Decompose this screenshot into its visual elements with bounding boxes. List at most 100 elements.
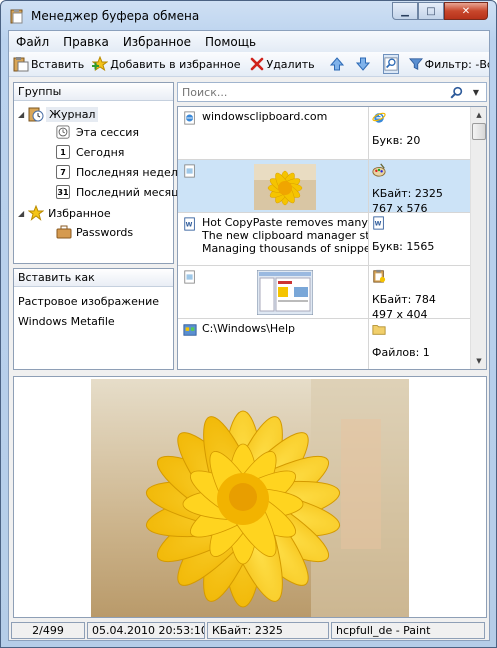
left-panel: Группы ◢ Журнал Эта сессия 1 Сегодня 7 П… bbox=[13, 82, 184, 370]
scroll-thumb[interactable] bbox=[472, 123, 486, 140]
html-page-icon bbox=[184, 111, 195, 125]
tree-item-today[interactable]: 1 Сегодня bbox=[56, 145, 124, 159]
clips-list: windowsclipboard.com Букв: 20 КБайт: 232… bbox=[177, 106, 487, 370]
clip-size-label: Букв: 20 bbox=[372, 134, 421, 147]
tree-item-last-month[interactable]: 31 Последний месяц bbox=[56, 185, 179, 199]
status-datetime: 05.04.2010 20:53:10 bbox=[87, 622, 205, 639]
tree-label-this-session: Эта сессия bbox=[76, 125, 140, 139]
search-button[interactable] bbox=[446, 84, 466, 100]
minimize-button[interactable]: ▁ bbox=[392, 2, 418, 20]
menu-help[interactable]: Помощь bbox=[198, 35, 263, 49]
svg-text:W: W bbox=[375, 221, 382, 228]
status-bar: 2/499 05.04.2010 20:53:10 КБайт: 2325 hc… bbox=[9, 621, 489, 640]
add-favorite-label: Добавить в избранное bbox=[110, 57, 241, 71]
paint-icon bbox=[372, 163, 386, 177]
clock-icon bbox=[56, 125, 70, 139]
clip-content: C:\Windows\Help bbox=[178, 319, 369, 369]
tree-item-favorites[interactable]: ◢ Избранное bbox=[18, 205, 111, 221]
image-file-icon bbox=[184, 270, 195, 284]
status-source: hcpfull_de - Paint bbox=[331, 622, 485, 639]
clip-row[interactable]: W Hot CopyPaste removes many ann The new… bbox=[178, 213, 470, 266]
clip-content bbox=[178, 160, 369, 213]
maximize-button[interactable]: □ bbox=[418, 2, 444, 20]
menu-favorites[interactable]: Избранное bbox=[116, 35, 198, 49]
search-input[interactable] bbox=[178, 83, 444, 101]
menu-file[interactable]: Файл bbox=[9, 35, 56, 49]
search-icon bbox=[450, 86, 462, 98]
clip-size-label: КБайт: 784 bbox=[372, 293, 436, 306]
filter-label: Фильтр: -Вс bbox=[424, 57, 489, 71]
folder-icon bbox=[372, 325, 386, 335]
delete-button[interactable]: Удалить bbox=[245, 53, 319, 75]
client-area: Файл Правка Избранное Помощь Вставить До… bbox=[8, 30, 490, 641]
arrow-down-icon bbox=[355, 57, 370, 71]
filter-button[interactable]: Фильтр: -Вс bbox=[405, 53, 489, 75]
tree-label-last-month: Последний месяц bbox=[76, 185, 179, 199]
maximize-icon: □ bbox=[426, 5, 436, 17]
paste-format-metafile[interactable]: Windows Metafile bbox=[18, 312, 169, 332]
delete-label: Удалить bbox=[266, 57, 315, 71]
move-down-button[interactable] bbox=[351, 53, 377, 75]
clip-row[interactable]: КБайт: 784 497 x 404 bbox=[178, 266, 470, 321]
tree-item-this-session[interactable]: Эта сессия bbox=[56, 125, 139, 139]
briefcase-icon bbox=[56, 225, 72, 239]
clip-row[interactable]: windowsclipboard.com Букв: 20 bbox=[178, 107, 470, 160]
title-bar[interactable]: Менеджер буфера обмена ▁ □ ✕ bbox=[1, 1, 496, 30]
tree-item-journal[interactable]: ◢ Журнал bbox=[18, 106, 99, 122]
paste-button[interactable]: Вставить bbox=[9, 53, 88, 75]
add-favorite-button[interactable]: Добавить в избранное bbox=[88, 53, 244, 75]
clip-meta: КБайт: 2325 767 x 576 bbox=[370, 160, 470, 215]
scroll-up-icon: ▲ bbox=[476, 111, 482, 119]
clipboard-icon bbox=[373, 269, 386, 283]
collapse-arrow-icon: ◢ bbox=[18, 109, 25, 119]
calendar-week-icon: 7 bbox=[56, 165, 70, 179]
window-title: Менеджер буфера обмена bbox=[31, 9, 200, 23]
tree-label-today: Сегодня bbox=[76, 145, 125, 159]
groups-header: Группы bbox=[14, 83, 173, 101]
add-favorite-icon bbox=[92, 56, 109, 72]
search-box: ▼ bbox=[177, 82, 487, 102]
paste-as-header: Вставить как bbox=[14, 269, 173, 287]
vertical-scrollbar[interactable]: ▲ ▼ bbox=[470, 107, 486, 369]
tree-label-favorites: Избранное bbox=[48, 206, 111, 220]
star-icon bbox=[28, 205, 45, 221]
preview-toggle-button[interactable] bbox=[382, 54, 399, 74]
clip-size-label: КБайт: 2325 bbox=[372, 187, 443, 200]
filter-icon bbox=[408, 58, 423, 70]
svg-text:W: W bbox=[186, 222, 193, 229]
clip-meta: Файлов: 1 bbox=[370, 319, 470, 369]
chevron-down-icon: ▼ bbox=[472, 87, 480, 97]
status-position: 2/499 bbox=[11, 622, 85, 639]
menu-edit[interactable]: Правка bbox=[56, 35, 116, 49]
image-file-icon bbox=[184, 164, 195, 178]
paste-format-bitmap[interactable]: Растровое изображение bbox=[18, 292, 169, 312]
close-button[interactable]: ✕ bbox=[444, 2, 488, 20]
close-icon: ✕ bbox=[461, 5, 471, 17]
status-size: КБайт: 2325 bbox=[207, 622, 329, 639]
clip-text-line: Hot CopyPaste removes many ann bbox=[202, 216, 368, 229]
move-up-button[interactable] bbox=[325, 53, 351, 75]
clip-row-selected[interactable]: КБайт: 2325 767 x 576 bbox=[178, 160, 470, 215]
scroll-down-button[interactable]: ▼ bbox=[472, 354, 486, 368]
scroll-down-icon: ▼ bbox=[476, 357, 482, 365]
word-icon: W bbox=[373, 216, 384, 230]
calendar-day-icon: 1 bbox=[56, 145, 70, 159]
clip-text-line: windowsclipboard.com bbox=[202, 110, 328, 123]
flower-thumbnail bbox=[254, 164, 316, 210]
clip-meta: Букв: 20 bbox=[370, 107, 470, 160]
clip-text-line: The new clipboard manager stores bbox=[202, 229, 368, 242]
tree-label-passwords: Passwords bbox=[76, 225, 134, 239]
files-icon bbox=[183, 324, 197, 336]
arrow-up-icon bbox=[329, 57, 344, 71]
delete-icon bbox=[250, 57, 263, 71]
journal-icon bbox=[28, 107, 44, 122]
clip-text-line: Managing thousands of snippets c bbox=[202, 242, 368, 255]
tree-item-passwords[interactable]: Passwords bbox=[56, 225, 133, 239]
scroll-up-button[interactable]: ▲ bbox=[472, 108, 486, 122]
clip-content bbox=[178, 266, 369, 319]
tree-item-last-week[interactable]: 7 Последняя неделя bbox=[56, 165, 184, 179]
clip-meta: W Букв: 1565 bbox=[370, 213, 470, 266]
clip-row[interactable]: C:\Windows\Help Файлов: 1 bbox=[178, 319, 470, 369]
minimize-icon: ▁ bbox=[401, 5, 409, 17]
search-options-dropdown[interactable]: ▼ bbox=[468, 84, 484, 100]
